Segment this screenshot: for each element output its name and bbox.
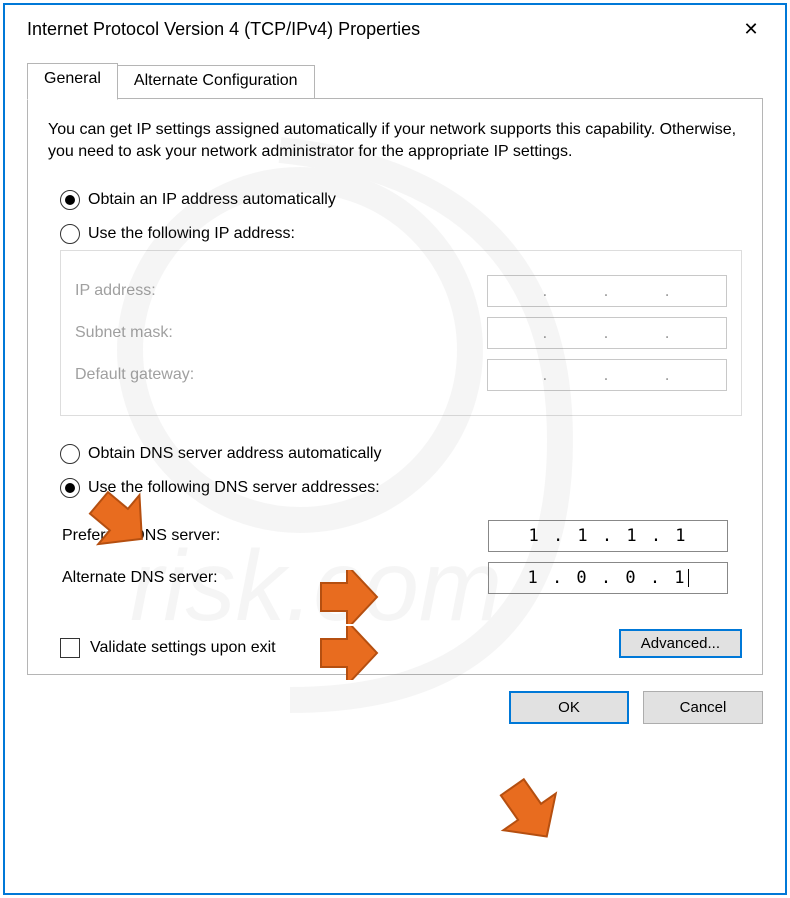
ip-address-label: IP address: xyxy=(75,282,156,300)
radio-obtain-ip-auto[interactable] xyxy=(60,190,80,210)
radio-obtain-ip-auto-row[interactable]: Obtain an IP address automatically xyxy=(60,190,742,210)
dns-fields-box: Preferred DNS server: 1 . 1 . 1 . 1 Alte… xyxy=(60,504,742,618)
dns-group: Obtain DNS server address automatically … xyxy=(60,444,742,618)
alternate-dns-label: Alternate DNS server: xyxy=(62,569,218,587)
content-area: General Alternate Configuration You can … xyxy=(5,53,785,740)
radio-use-dns-manual-label: Use the following DNS server addresses: xyxy=(88,479,380,497)
advanced-button[interactable]: Advanced... xyxy=(619,629,742,658)
default-gateway-label: Default gateway: xyxy=(75,366,194,384)
text-cursor xyxy=(688,569,689,587)
ip-address-input: ... xyxy=(487,275,727,307)
subnet-mask-row: Subnet mask: ... xyxy=(75,317,727,349)
radio-use-ip-manual-row[interactable]: Use the following IP address: xyxy=(60,224,742,244)
tab-general[interactable]: General xyxy=(27,63,118,100)
preferred-dns-row: Preferred DNS server: 1 . 1 . 1 . 1 xyxy=(62,520,728,552)
dialog-window: Internet Protocol Version 4 (TCP/IPv4) P… xyxy=(3,3,787,895)
ok-button[interactable]: OK xyxy=(509,691,629,724)
radio-obtain-dns-auto[interactable] xyxy=(60,444,80,464)
alternate-dns-input[interactable]: 1 . 0 . 0 . 1 xyxy=(488,562,728,594)
default-gateway-input: ... xyxy=(487,359,727,391)
tab-panel-general: You can get IP settings assigned automat… xyxy=(27,99,763,675)
radio-obtain-dns-auto-label: Obtain DNS server address automatically xyxy=(88,445,381,463)
subnet-mask-input: ... xyxy=(487,317,727,349)
subnet-mask-label: Subnet mask: xyxy=(75,324,173,342)
advanced-button-label: Advanced... xyxy=(641,635,720,652)
dialog-button-row: OK Cancel xyxy=(27,691,763,724)
alternate-dns-value: 1 . 0 . 0 . 1 xyxy=(527,568,686,588)
preferred-dns-value: 1 . 1 . 1 . 1 xyxy=(528,526,687,546)
preferred-dns-label: Preferred DNS server: xyxy=(62,527,220,545)
close-icon[interactable]: ✕ xyxy=(731,19,771,40)
radio-use-ip-manual[interactable] xyxy=(60,224,80,244)
radio-use-dns-manual-row[interactable]: Use the following DNS server addresses: xyxy=(60,478,742,498)
ip-address-group: Obtain an IP address automatically Use t… xyxy=(60,190,742,416)
ok-button-label: OK xyxy=(558,699,580,716)
preferred-dns-input[interactable]: 1 . 1 . 1 . 1 xyxy=(488,520,728,552)
cancel-button[interactable]: Cancel xyxy=(643,691,763,724)
radio-use-ip-manual-label: Use the following IP address: xyxy=(88,225,295,243)
intro-text: You can get IP settings assigned automat… xyxy=(48,119,742,162)
window-title: Internet Protocol Version 4 (TCP/IPv4) P… xyxy=(27,19,420,40)
tab-general-label: General xyxy=(44,70,101,87)
radio-obtain-dns-auto-row[interactable]: Obtain DNS server address automatically xyxy=(60,444,742,464)
validate-checkbox-label: Validate settings upon exit xyxy=(90,639,276,657)
radio-use-dns-manual[interactable] xyxy=(60,478,80,498)
radio-obtain-ip-auto-label: Obtain an IP address automatically xyxy=(88,191,336,209)
ip-fields-box: IP address: ... Subnet mask: ... Default… xyxy=(60,250,742,416)
validate-checkbox[interactable] xyxy=(60,638,80,658)
ip-address-row: IP address: ... xyxy=(75,275,727,307)
tab-strip: General Alternate Configuration xyxy=(27,63,763,99)
cancel-button-label: Cancel xyxy=(680,699,727,716)
default-gateway-row: Default gateway: ... xyxy=(75,359,727,391)
tab-alternate-label: Alternate Configuration xyxy=(134,72,298,89)
alternate-dns-row: Alternate DNS server: 1 . 0 . 0 . 1 xyxy=(62,562,728,594)
tab-alternate[interactable]: Alternate Configuration xyxy=(117,65,315,99)
titlebar: Internet Protocol Version 4 (TCP/IPv4) P… xyxy=(5,5,785,53)
